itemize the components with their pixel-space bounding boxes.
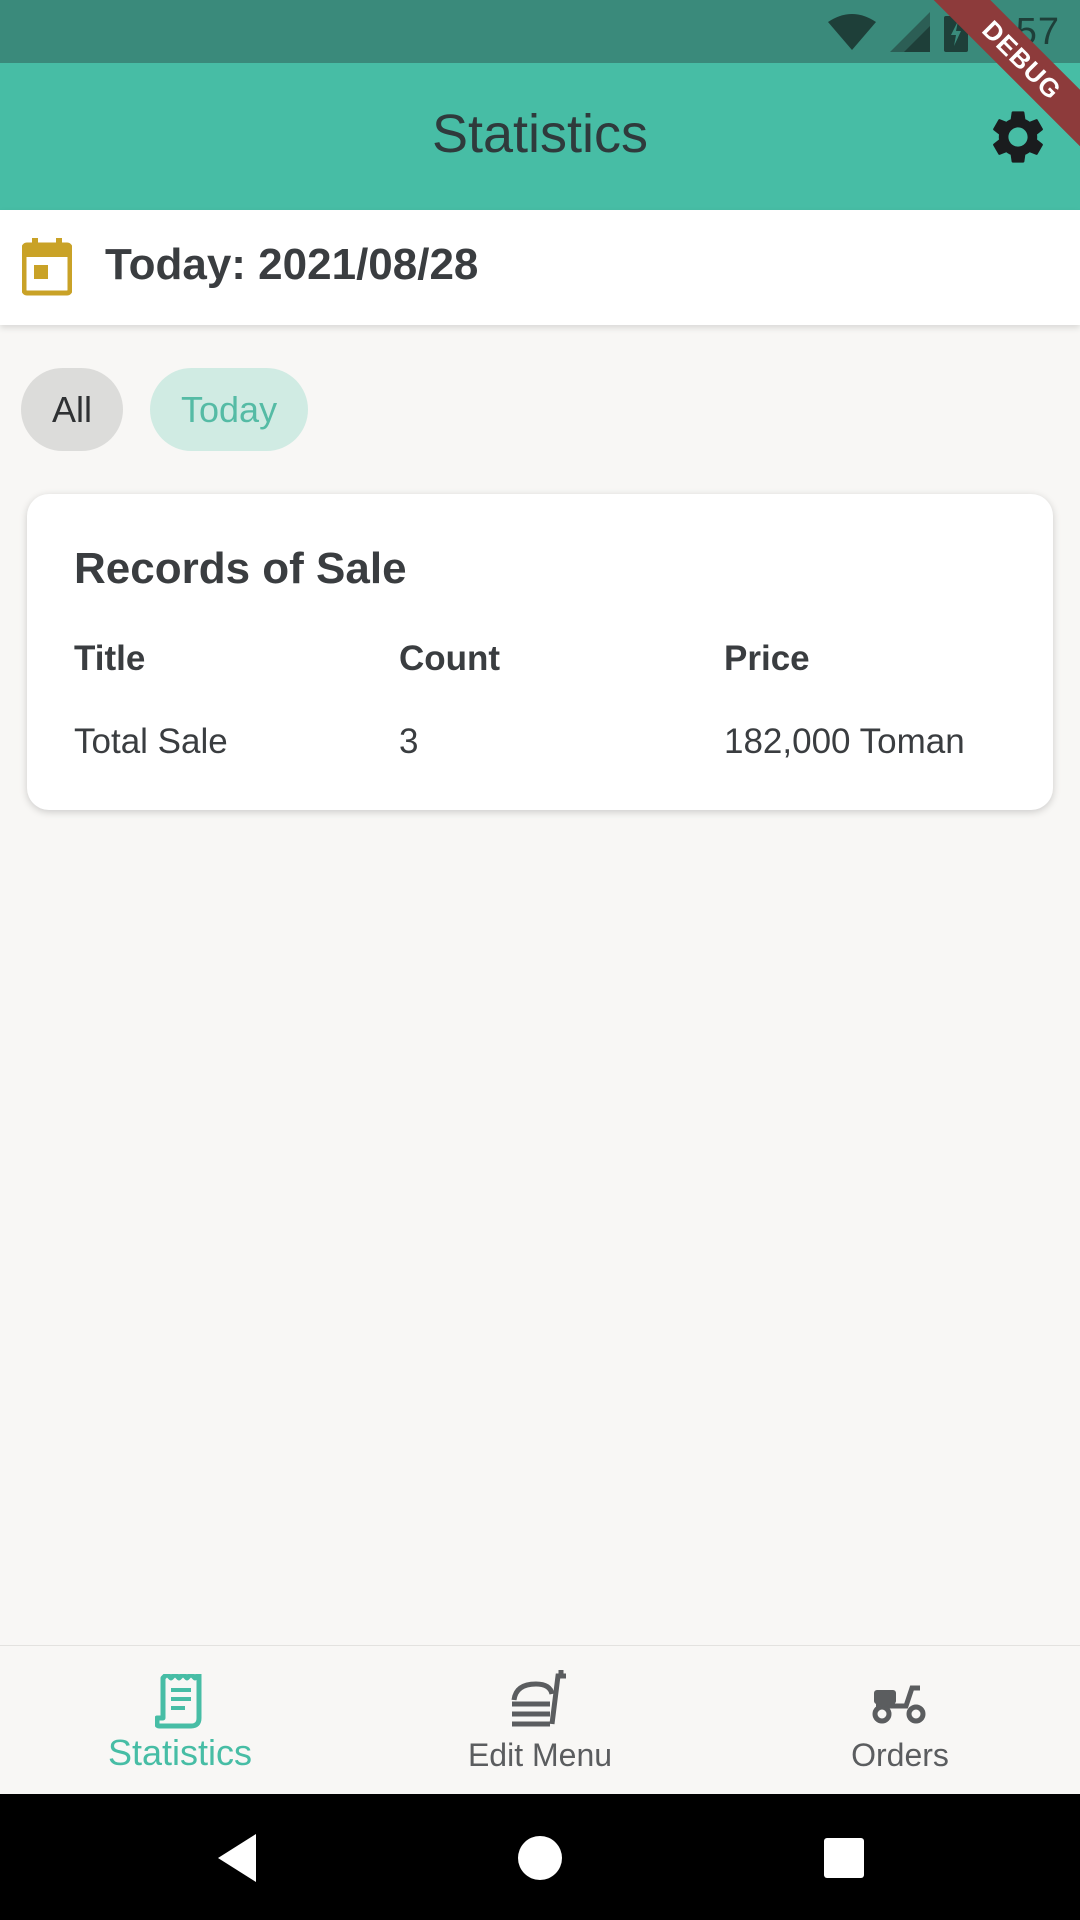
card-title: Records of Sale [74, 544, 407, 593]
delivery-scooter-icon [872, 1685, 926, 1724]
date-text: Today: 2021/08/28 [105, 240, 479, 289]
row-price-cell: 182,000 Toman [724, 722, 965, 761]
home-icon[interactable] [512, 1830, 568, 1886]
app-bar: Statistics [0, 63, 1080, 210]
system-nav-bar [0, 1794, 1080, 1920]
date-header: Today: 2021/08/28 [0, 210, 1080, 325]
recents-icon[interactable] [816, 1830, 872, 1886]
column-header-price: Price [724, 639, 810, 678]
back-icon[interactable] [212, 1830, 268, 1886]
sales-records-card: Records of Sale Title Count Price Total … [27, 494, 1053, 810]
column-header-count: Count [399, 639, 501, 678]
status-bar: 1:57 [0, 0, 1080, 63]
filter-chip-today[interactable]: Today [150, 368, 309, 451]
nav-label-orders: Orders [851, 1737, 949, 1773]
row-count-cell: 3 [399, 722, 419, 761]
nav-item-statistics[interactable]: Statistics [0, 1646, 360, 1795]
bottom-nav: Statistics Edit Menu Orders [0, 1645, 1080, 1795]
food-tray-icon [511, 1670, 566, 1727]
row-title-cell: Total Sale [74, 722, 228, 761]
calendar-icon [22, 238, 72, 296]
wifi-icon [828, 14, 877, 50]
filter-chips: All Today [21, 368, 309, 451]
nav-label-statistics: Statistics [107, 1732, 253, 1773]
page-title: Statistics [431, 104, 649, 164]
gear-icon[interactable] [986, 105, 1050, 169]
column-header-title: Title [74, 639, 146, 678]
receipt-icon [155, 1674, 202, 1729]
cellular-signal-icon [890, 12, 931, 52]
nav-item-orders[interactable]: Orders [720, 1646, 1080, 1795]
filter-chip-all[interactable]: All [21, 368, 124, 451]
nav-item-edit-menu[interactable]: Edit Menu [360, 1646, 720, 1795]
nav-label-edit-menu: Edit Menu [467, 1737, 613, 1773]
